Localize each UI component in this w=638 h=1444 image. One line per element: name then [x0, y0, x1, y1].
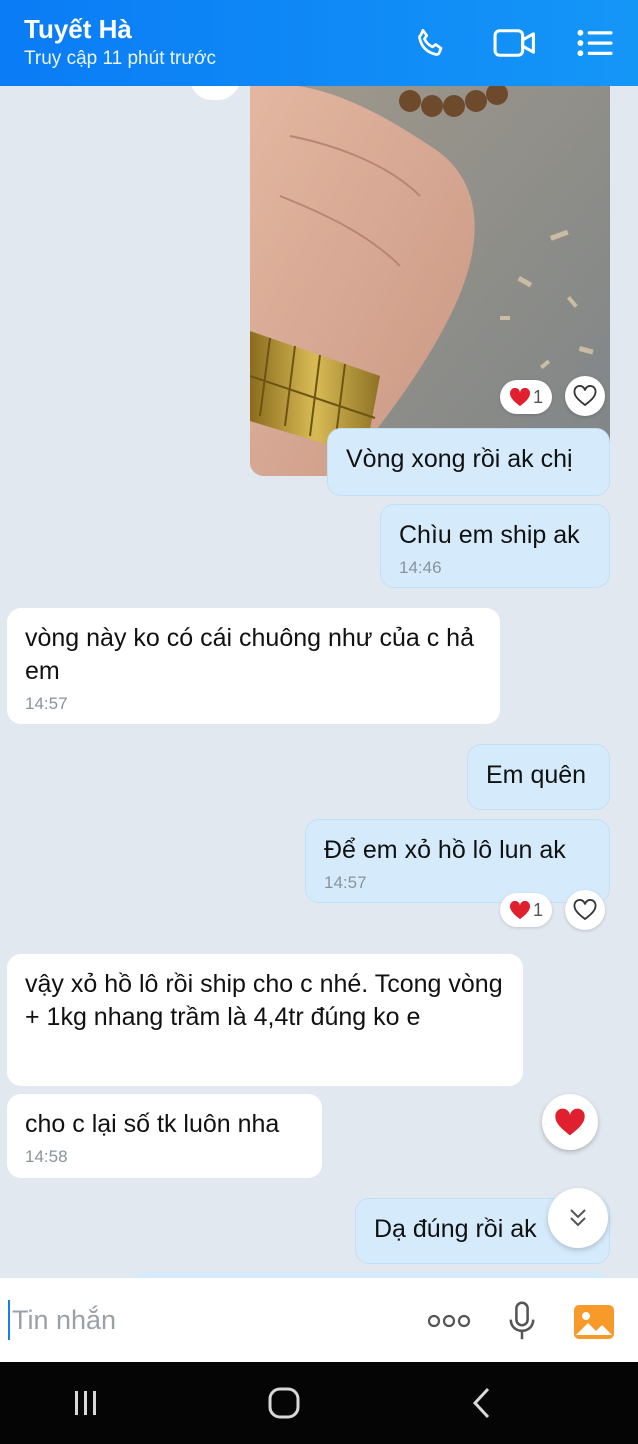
contact-status: Truy cập 11 phút trước — [24, 48, 217, 69]
message-time: 14:57 — [25, 694, 68, 713]
message-text: Em quên — [486, 761, 587, 789]
message-bubble[interactable]: Để em xỏ hồ lô lun ak 14:57 — [305, 819, 610, 903]
back-icon[interactable] — [452, 1380, 512, 1426]
photo-reaction-summary[interactable]: 1 — [500, 380, 552, 414]
message-text: vậy xỏ hồ lô rồi ship cho c nhé. Tcong v… — [25, 970, 503, 1031]
heart-reaction-button[interactable] — [542, 1094, 598, 1150]
message-time: 14:58 — [25, 1147, 68, 1166]
message-bubble[interactable]: Chìu em ship ak 14:46 — [380, 504, 610, 588]
message-reaction-count: 1 — [532, 899, 543, 920]
microphone-icon[interactable] — [503, 1298, 541, 1344]
system-nav-bar — [0, 1362, 638, 1444]
photo-react-button[interactable] — [565, 376, 605, 416]
message-bubble[interactable]: Vòng xong rồi ak chị — [327, 428, 610, 496]
recent-apps-icon[interactable] — [56, 1380, 116, 1426]
message-bubble[interactable]: cho c lại số tk luôn nha 14:58 — [7, 1094, 322, 1178]
message-text: Chìu em ship ak — [399, 521, 580, 549]
scroll-to-bottom-button[interactable] — [548, 1188, 608, 1248]
message-text: Vòng xong rồi ak chị — [346, 445, 573, 473]
photo-image — [250, 86, 610, 476]
message-input[interactable]: Tin nhắn — [8, 1300, 388, 1340]
message-time: 14:57 — [324, 873, 367, 892]
message-text: Để em xỏ hồ lô lun ak — [324, 836, 566, 864]
photo-reaction-count: 1 — [532, 386, 543, 407]
message-reaction-summary[interactable]: 1 — [500, 893, 552, 927]
more-options-icon[interactable] — [424, 1298, 474, 1344]
photo-message[interactable] — [250, 86, 610, 476]
heart-outline-icon — [573, 385, 597, 407]
home-icon[interactable] — [254, 1380, 314, 1426]
message-bubble[interactable]: vậy xỏ hồ lô rồi ship cho c nhé. Tcong v… — [7, 954, 523, 1086]
message-react-button[interactable] — [565, 890, 605, 930]
composer-bar: Tin nhắn — [0, 1278, 638, 1362]
heart-icon — [555, 1108, 585, 1136]
message-text: cho c lại số tk luôn nha — [25, 1110, 280, 1138]
message-bubble[interactable]: vòng này ko có cái chuông như của c hả e… — [7, 608, 500, 724]
heart-icon — [509, 387, 531, 407]
video-call-icon[interactable] — [490, 22, 540, 64]
image-gallery-icon[interactable] — [570, 1298, 618, 1344]
contact-name[interactable]: Tuyết Hà — [24, 14, 132, 45]
heart-icon — [509, 900, 531, 920]
heart-outline-icon — [573, 899, 597, 921]
message-text: vòng này ko có cái chuông như của c hả e… — [25, 624, 474, 685]
chat-header: Tuyết Hà Truy cập 11 phút trước — [0, 0, 638, 86]
message-bubble[interactable]: Em quên — [467, 744, 610, 810]
message-time: 14:46 — [399, 558, 442, 577]
menu-list-icon[interactable] — [574, 22, 616, 64]
phone-icon[interactable] — [410, 22, 452, 64]
double-chevron-down-icon — [570, 1209, 586, 1227]
reaction-stub — [190, 86, 240, 100]
message-list[interactable]: 1 Vòng xong rồi ak chị Chìu em ship ak 1… — [0, 86, 638, 1278]
